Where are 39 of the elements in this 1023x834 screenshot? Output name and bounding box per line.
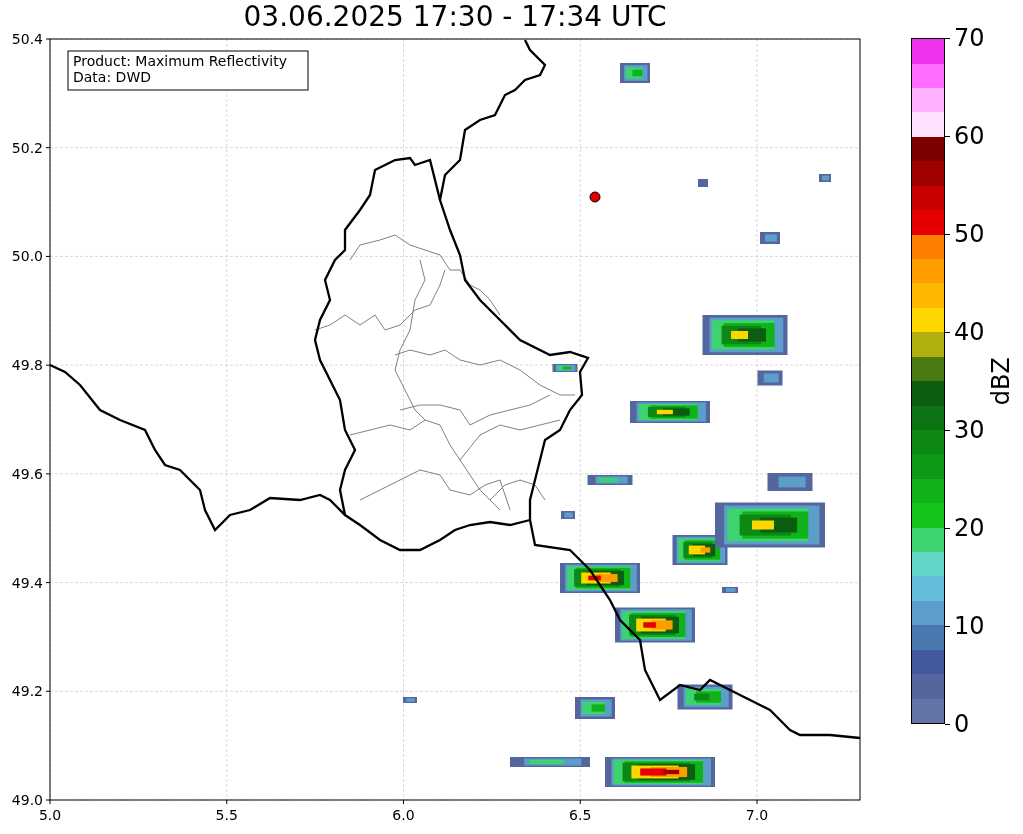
colorbar-tick-label: 50 xyxy=(954,222,985,246)
colorbar-tick-label: 40 xyxy=(954,320,985,344)
x-tick-label: 5.5 xyxy=(215,807,238,823)
y-tick-label: 49.6 xyxy=(11,465,43,482)
radar-echo-drawing xyxy=(620,63,650,83)
y-tick-label: 50.0 xyxy=(11,248,43,265)
colorbar-tick-label: 0 xyxy=(954,712,970,736)
colorbar-tick-label: 70 xyxy=(954,26,985,50)
y-tick-label: 49.2 xyxy=(11,683,43,700)
colorbar-tick-label: 30 xyxy=(954,418,985,442)
location-marker-icon xyxy=(589,191,601,203)
radar-echo-drawing xyxy=(767,473,813,491)
colorbar-label: dBZ xyxy=(989,356,1013,406)
radar-echo-drawing xyxy=(757,370,783,386)
y-tick-label: 49.0 xyxy=(11,792,43,808)
radar-echo-drawing xyxy=(552,364,578,372)
info-text: Product: Maximum Reflectivity xyxy=(73,53,287,69)
colorbar-tick-label: 60 xyxy=(954,124,985,148)
x-tick-label: 5.0 xyxy=(38,807,62,823)
x-tick-label: 7.0 xyxy=(745,807,769,823)
y-tick-label: 50.4 xyxy=(11,31,43,47)
y-tick-label: 49.8 xyxy=(11,357,43,374)
y-tick-label: 50.2 xyxy=(11,139,43,156)
info-text: Data: DWD xyxy=(73,69,151,85)
colorbar-tick-label: 20 xyxy=(954,516,985,540)
radar-echo-drawing xyxy=(587,475,633,485)
radar-echo-drawing xyxy=(722,587,738,593)
x-tick-label: 6.0 xyxy=(392,807,415,823)
radar-echo-drawing xyxy=(760,232,780,244)
radar-echo-drawing xyxy=(698,179,708,187)
x-tick-label: 6.5 xyxy=(569,807,592,823)
y-tick-label: 49.4 xyxy=(11,574,43,591)
chart-title: 03.06.2025 17:30 - 17:34 UTC xyxy=(243,3,667,31)
radar-echo-drawing xyxy=(403,697,417,703)
radar-echo-drawing xyxy=(561,511,575,519)
radar-echo-drawing xyxy=(819,174,831,182)
radar-echo-drawing xyxy=(575,697,615,719)
radar-echo-drawing xyxy=(677,684,733,710)
colorbar-tick-label: 10 xyxy=(954,614,985,638)
